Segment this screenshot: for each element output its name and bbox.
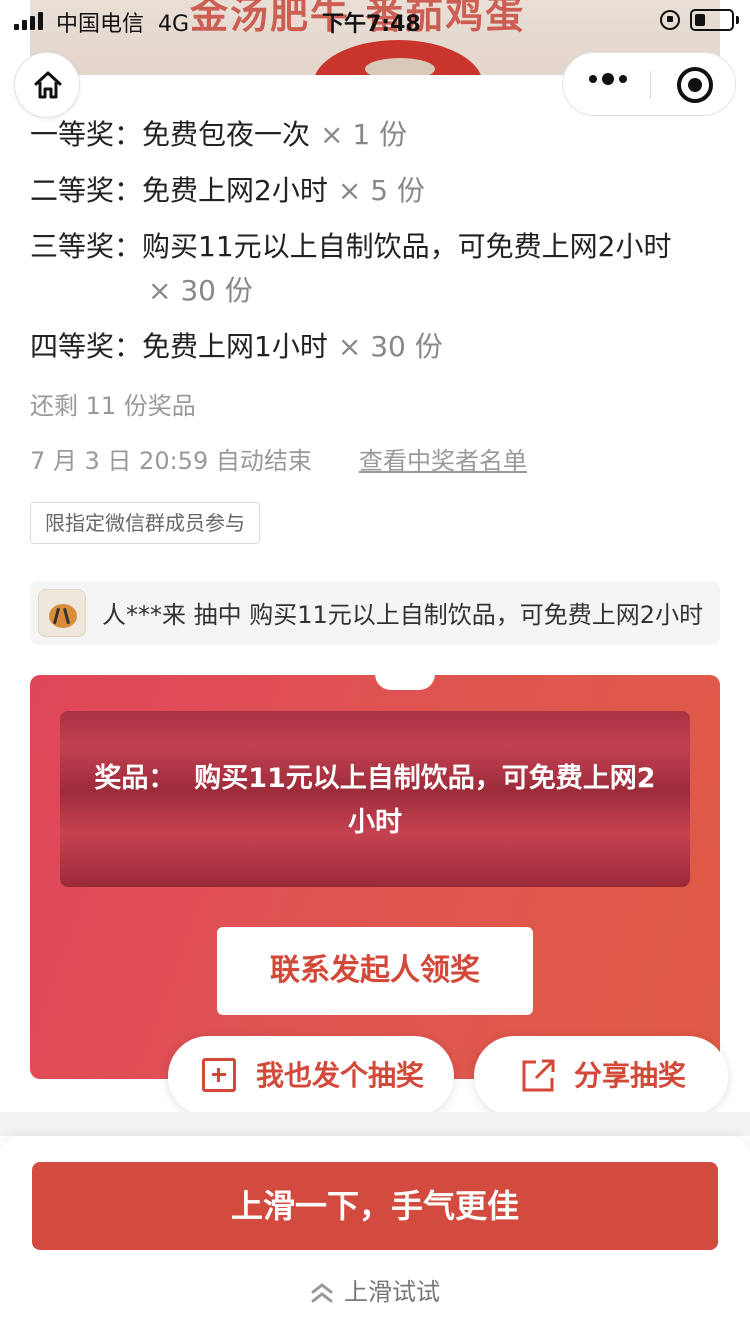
more-options-icon[interactable] <box>589 73 627 85</box>
share-lottery-label: 分享抽奖 <box>574 1059 687 1092</box>
contact-organizer-button[interactable]: 联系发起人领奖 <box>217 927 533 1015</box>
status-time: 下午7:48 <box>322 12 421 37</box>
network-label: 4G <box>158 12 190 37</box>
home-icon <box>34 71 62 99</box>
winner-ticker: 人***来 抽中 购买11元以上自制饮品，可免费上网2小时 <box>30 581 720 645</box>
restriction-tag: 限指定微信群成员参与 <box>30 502 260 544</box>
share-icon <box>522 1059 555 1092</box>
view-winners-link[interactable]: 查看中奖者名单 <box>359 441 527 476</box>
remaining-count: 还剩 11 份奖品 <box>30 392 196 420</box>
swipe-hint-label: 上滑试试 <box>344 1278 440 1306</box>
prize-row-3-qty: × 30 份 <box>148 274 253 307</box>
chevron-up-icon <box>311 1283 333 1303</box>
avatar <box>38 589 86 637</box>
prize-row-2: 二等奖：免费上网2小时 × 5 份 <box>30 174 425 207</box>
prize-row-3: 三等奖：购买11元以上自制饮品，可免费上网2小时 <box>30 230 672 263</box>
prize-display: 奖品： 购买11元以上自制饮品，可免费上网2小时 <box>60 711 690 887</box>
end-time: 7 月 3 日 20:59 自动结束 <box>30 447 312 475</box>
swipe-hint: 上滑试试 <box>0 1272 750 1307</box>
prize-text: 奖品： 购买11元以上自制饮品，可免费上网2小时 <box>84 757 666 845</box>
prize-row-4: 四等奖：免费上网1小时 × 30 份 <box>30 330 443 363</box>
close-miniprogram-icon[interactable] <box>677 67 713 103</box>
create-lottery-button[interactable]: 我也发个抽奖 <box>168 1036 454 1116</box>
miniprogram-capsule <box>562 52 736 116</box>
share-lottery-button[interactable]: 分享抽奖 <box>474 1036 728 1116</box>
battery-tip <box>736 16 739 24</box>
status-bar: 中国电信 4G 下午7:48 <box>0 0 750 42</box>
card-notch <box>375 674 435 690</box>
prize-card: 奖品： 购买11元以上自制饮品，可免费上网2小时 联系发起人领奖 <box>30 674 720 1079</box>
prize-label: 奖品： <box>94 763 176 794</box>
prize-name: 购买11元以上自制饮品，可免费上网2小时 <box>194 763 656 838</box>
carrier-label: 中国电信 4G <box>56 12 190 37</box>
signal-icon <box>14 12 43 30</box>
bottom-separator <box>0 1112 750 1136</box>
prize-row-1: 一等奖：免费包夜一次 × 1 份 <box>30 118 408 151</box>
home-button[interactable] <box>14 52 80 118</box>
bottom-panel: 上滑一下，手气更佳 上滑试试 <box>0 1136 750 1334</box>
swipe-up-button[interactable]: 上滑一下，手气更佳 <box>32 1162 718 1250</box>
battery-icon <box>690 9 734 31</box>
rotation-lock-icon <box>660 10 680 30</box>
capsule-divider <box>650 71 651 99</box>
banner-bowl-food <box>365 58 435 75</box>
ticker-text: 人***来 抽中 购买11元以上自制饮品，可免费上网2小时 <box>102 601 704 629</box>
add-icon <box>202 1058 236 1092</box>
create-lottery-label: 我也发个抽奖 <box>256 1059 425 1092</box>
